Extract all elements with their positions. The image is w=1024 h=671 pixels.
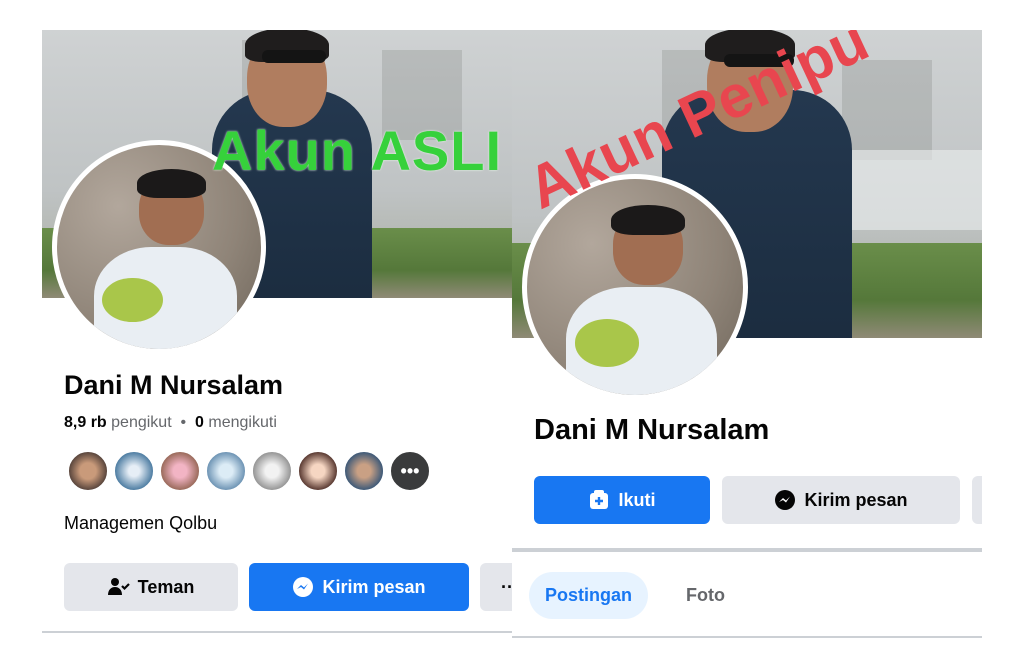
follow-icon (588, 489, 610, 511)
friend-avatar[interactable] (113, 450, 155, 492)
messenger-icon (292, 576, 314, 598)
stats-separator: • (180, 414, 187, 431)
section-divider (42, 631, 512, 633)
friend-avatar[interactable] (251, 450, 293, 492)
mutual-friends-avatars: ••• (67, 450, 431, 496)
more-friends-button[interactable]: ••• (389, 450, 431, 492)
more-options-button[interactable] (972, 476, 982, 524)
authentic-account-label: Akun ASLI (212, 119, 503, 182)
friends-button-label: Teman (137, 576, 195, 597)
send-message-button[interactable]: Kirim pesan (249, 563, 469, 611)
messenger-icon (774, 489, 796, 511)
friend-avatar[interactable] (343, 450, 385, 492)
profile-name: Dani M Nursalam (64, 370, 284, 400)
more-options-button[interactable]: ··· (480, 563, 512, 611)
followers-label[interactable]: pengikut (111, 414, 172, 431)
friend-avatar[interactable] (159, 450, 201, 492)
followers-count[interactable]: 8,9 rb (64, 414, 107, 431)
tab-posts[interactable]: Postingan (529, 572, 649, 619)
friends-button[interactable]: Teman (64, 563, 238, 611)
send-message-label: Kirim pesan (804, 489, 908, 510)
tab-photos[interactable]: Foto (670, 572, 741, 619)
profile-bio: Managemen Qolbu (64, 513, 218, 533)
follow-button-label: Ikuti (618, 489, 656, 510)
send-message-button[interactable]: Kirim pesan (722, 476, 960, 524)
more-icon: ··· (501, 576, 512, 597)
profile-name: Dani M Nursalam (534, 414, 770, 446)
following-label[interactable]: mengikuti (208, 414, 276, 431)
follow-stats: 8,9 rb pengikut • 0 mengikuti (64, 414, 277, 432)
send-message-label: Kirim pesan (322, 576, 426, 597)
tabs-divider (512, 636, 982, 638)
friend-avatar[interactable] (67, 450, 109, 492)
friends-check-icon (107, 577, 130, 597)
follow-button[interactable]: Ikuti (534, 476, 710, 524)
friend-avatar[interactable] (205, 450, 247, 492)
friend-avatar[interactable] (297, 450, 339, 492)
section-divider (512, 548, 982, 552)
impostor-account-panel: Akun Penipu Dani M Nursalam Ikuti Kirim … (512, 30, 982, 650)
original-account-panel: Akun ASLI Dani M Nursalam 8,9 rb pengiku… (42, 30, 512, 650)
following-count[interactable]: 0 (195, 414, 204, 431)
